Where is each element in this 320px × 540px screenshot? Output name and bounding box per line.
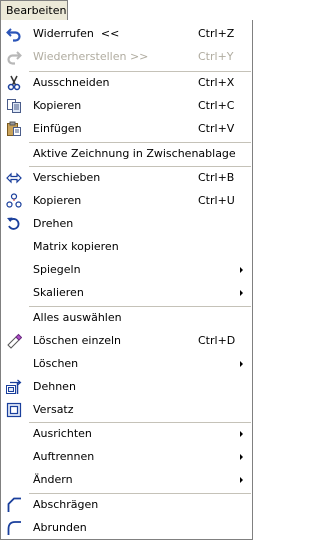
menu-item-label: Widerrufen <<	[33, 27, 120, 40]
copy-objects-icon	[6, 193, 22, 209]
chamfer-icon	[6, 497, 22, 513]
menu-item-label: Einfügen	[33, 122, 82, 135]
menu-item-shortcut: Ctrl+Y	[198, 50, 234, 63]
rotate-icon	[6, 216, 22, 232]
menu-item-split[interactable]: Auftrennen	[1, 446, 252, 468]
menu-item-copy-drawing-to-clipboard[interactable]: Aktive Zeichnung in Zwischenablage	[1, 143, 252, 165]
menu-item-label: Aktive Zeichnung in Zwischenablage	[33, 147, 236, 160]
fillet-icon	[6, 520, 22, 536]
menu-item-label: Ändern	[33, 473, 73, 486]
menu-item-shortcut: Ctrl+B	[198, 171, 235, 184]
submenu-arrow-icon	[240, 267, 243, 273]
menu-item-label: Wiederherstellen >>	[33, 50, 149, 63]
submenu-arrow-icon	[240, 454, 243, 460]
menu-item-label: Drehen	[33, 217, 74, 230]
menu-item-label: Alles auswählen	[33, 311, 122, 324]
menu-item-fillet[interactable]: Abrunden	[1, 517, 252, 539]
undo-icon	[6, 26, 22, 42]
paste-icon	[6, 121, 22, 137]
menu-item-chamfer[interactable]: Abschrägen	[1, 494, 252, 516]
menu-item-offset[interactable]: Versatz	[1, 399, 252, 421]
submenu-arrow-icon	[240, 477, 243, 483]
menu-item-shortcut: Ctrl+X	[198, 76, 235, 89]
menu-item-modify[interactable]: Ändern	[1, 469, 252, 491]
menu-item-rotate[interactable]: Drehen	[1, 213, 252, 235]
move-arrows-icon	[6, 170, 22, 186]
eraser-icon	[6, 333, 22, 349]
menu-item-redo[interactable]: Wiederherstellen >> Ctrl+Y	[1, 46, 252, 68]
menu-item-label: Dehnen	[33, 380, 76, 393]
menu-item-delete[interactable]: Löschen	[1, 353, 252, 375]
menu-item-copy-objects[interactable]: Kopieren Ctrl+U	[1, 190, 252, 212]
offset-icon	[6, 402, 22, 418]
menu-item-move[interactable]: Verschieben Ctrl+B	[1, 167, 252, 189]
menu-item-align[interactable]: Ausrichten	[1, 423, 252, 445]
menu-item-label: Kopieren	[33, 194, 82, 207]
menu-bearbeiten[interactable]: Bearbeiten	[0, 0, 68, 20]
menu-item-select-all[interactable]: Alles auswählen	[1, 307, 252, 329]
menu-item-stretch[interactable]: Dehnen	[1, 376, 252, 398]
menu-item-label: Abschrägen	[33, 498, 99, 511]
menu-item-shortcut: Ctrl+V	[198, 122, 235, 135]
menu-item-label: Abrunden	[33, 521, 87, 534]
submenu-arrow-icon	[240, 431, 243, 437]
submenu-arrow-icon	[240, 290, 243, 296]
copy-icon	[6, 98, 22, 114]
menu-item-scale[interactable]: Skalieren	[1, 282, 252, 304]
menu-item-shortcut: Ctrl+Z	[198, 27, 235, 40]
menu-item-label: Kopieren	[33, 99, 82, 112]
menu-item-label: Versatz	[33, 403, 74, 416]
menu-item-label: Matrix kopieren	[33, 240, 119, 253]
redo-icon	[6, 49, 22, 65]
menu-item-shortcut: Ctrl+D	[198, 334, 236, 347]
menu-item-label: Ausschneiden	[33, 76, 110, 89]
menu-item-label: Auftrennen	[33, 450, 95, 463]
stretch-icon	[6, 379, 22, 395]
scissors-icon	[6, 75, 22, 91]
menu-item-mirror[interactable]: Spiegeln	[1, 259, 252, 281]
menu-item-label: Verschieben	[33, 171, 101, 184]
menu-item-shortcut: Ctrl+U	[198, 194, 235, 207]
edit-menu-dropdown: Widerrufen << Ctrl+Z Wiederherstellen >>…	[0, 20, 253, 540]
menu-item-label: Spiegeln	[33, 263, 81, 276]
menu-item-undo[interactable]: Widerrufen << Ctrl+Z	[1, 23, 252, 45]
submenu-arrow-icon	[240, 361, 243, 367]
menu-item-label: Löschen	[33, 357, 79, 370]
menu-item-copy[interactable]: Kopieren Ctrl+C	[1, 95, 252, 117]
menu-item-delete-single[interactable]: Löschen einzeln Ctrl+D	[1, 330, 252, 352]
menu-item-shortcut: Ctrl+C	[198, 99, 235, 112]
menu-item-paste[interactable]: Einfügen Ctrl+V	[1, 118, 252, 140]
menu-item-label: Skalieren	[33, 286, 84, 299]
menu-item-matrix-copy[interactable]: Matrix kopieren	[1, 236, 252, 258]
menu-bar: Bearbeiten	[0, 0, 253, 20]
menu-item-label: Ausrichten	[33, 427, 92, 440]
menu-item-label: Löschen einzeln	[33, 334, 122, 347]
menu-item-cut[interactable]: Ausschneiden Ctrl+X	[1, 72, 252, 94]
